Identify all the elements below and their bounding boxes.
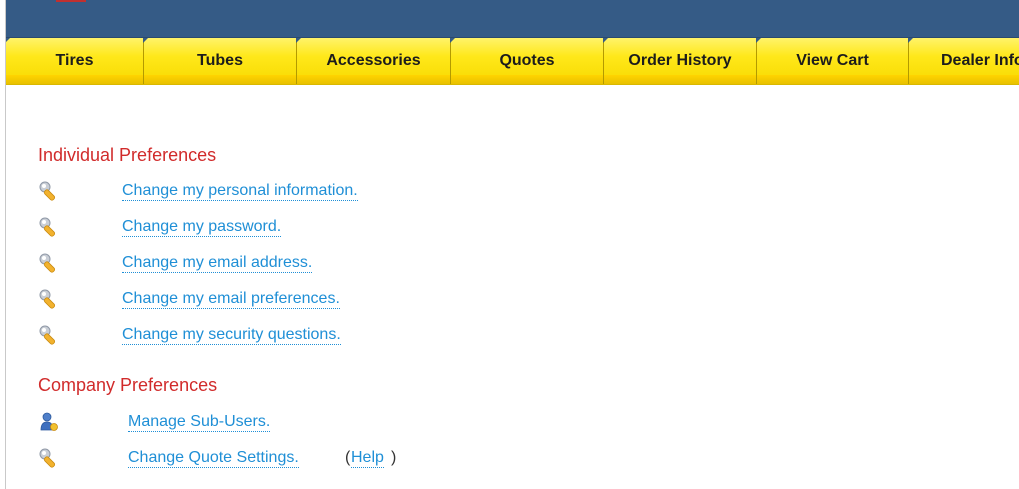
wrench-icon xyxy=(39,325,56,345)
tab-view-cart[interactable]: View Cart xyxy=(756,38,909,84)
help-open-paren: ( xyxy=(345,449,351,466)
header-accent xyxy=(56,0,86,2)
tab-label: Dealer Info xyxy=(941,52,1019,69)
change-security-questions-link[interactable]: Change my security questions. xyxy=(122,325,341,345)
tab-label: Accessories xyxy=(326,52,421,69)
change-password-link[interactable]: Change my password. xyxy=(122,217,282,237)
tab-quotes[interactable]: Quotes xyxy=(450,38,604,84)
top-header-bar xyxy=(6,0,1019,38)
tab-label: Order History xyxy=(628,52,732,69)
individual-preferences-title: Individual Preferences xyxy=(38,145,217,165)
tab-accessories[interactable]: Accessories xyxy=(296,38,451,84)
wrench-icon xyxy=(39,217,56,237)
preferences-content: Individual Preferences Change my persona… xyxy=(6,84,1019,489)
tab-tires[interactable]: Tires xyxy=(6,38,144,84)
tab-order-history[interactable]: Order History xyxy=(603,38,757,84)
help-close-paren: ) xyxy=(391,449,397,466)
tab-label: View Cart xyxy=(796,52,869,69)
tab-label: Tires xyxy=(55,52,94,69)
change-email-address-link[interactable]: Change my email address. xyxy=(122,253,313,273)
wrench-icon xyxy=(39,289,56,309)
main-nav: Tires Tubes Accessories Quotes Order His… xyxy=(6,38,1019,85)
tab-tubes[interactable]: Tubes xyxy=(143,38,297,84)
user-icon xyxy=(40,412,58,431)
tab-label: Tubes xyxy=(197,52,243,69)
wrench-icon xyxy=(39,181,56,201)
manage-sub-users-link[interactable]: Manage Sub-Users. xyxy=(128,412,271,432)
change-personal-info-link[interactable]: Change my personal information. xyxy=(122,181,358,201)
tab-label: Quotes xyxy=(499,52,555,69)
company-preferences-title: Company Preferences xyxy=(38,375,218,395)
change-email-preferences-link[interactable]: Change my email preferences. xyxy=(122,289,340,309)
help-link[interactable]: Help xyxy=(351,448,384,468)
page-frame: Tires Tubes Accessories Quotes Order His… xyxy=(5,0,1019,489)
change-quote-settings-link[interactable]: Change Quote Settings. xyxy=(128,448,299,468)
wrench-icon xyxy=(39,448,56,468)
wrench-icon xyxy=(39,253,56,273)
tab-dealer-info[interactable]: Dealer Info xyxy=(908,38,1019,84)
